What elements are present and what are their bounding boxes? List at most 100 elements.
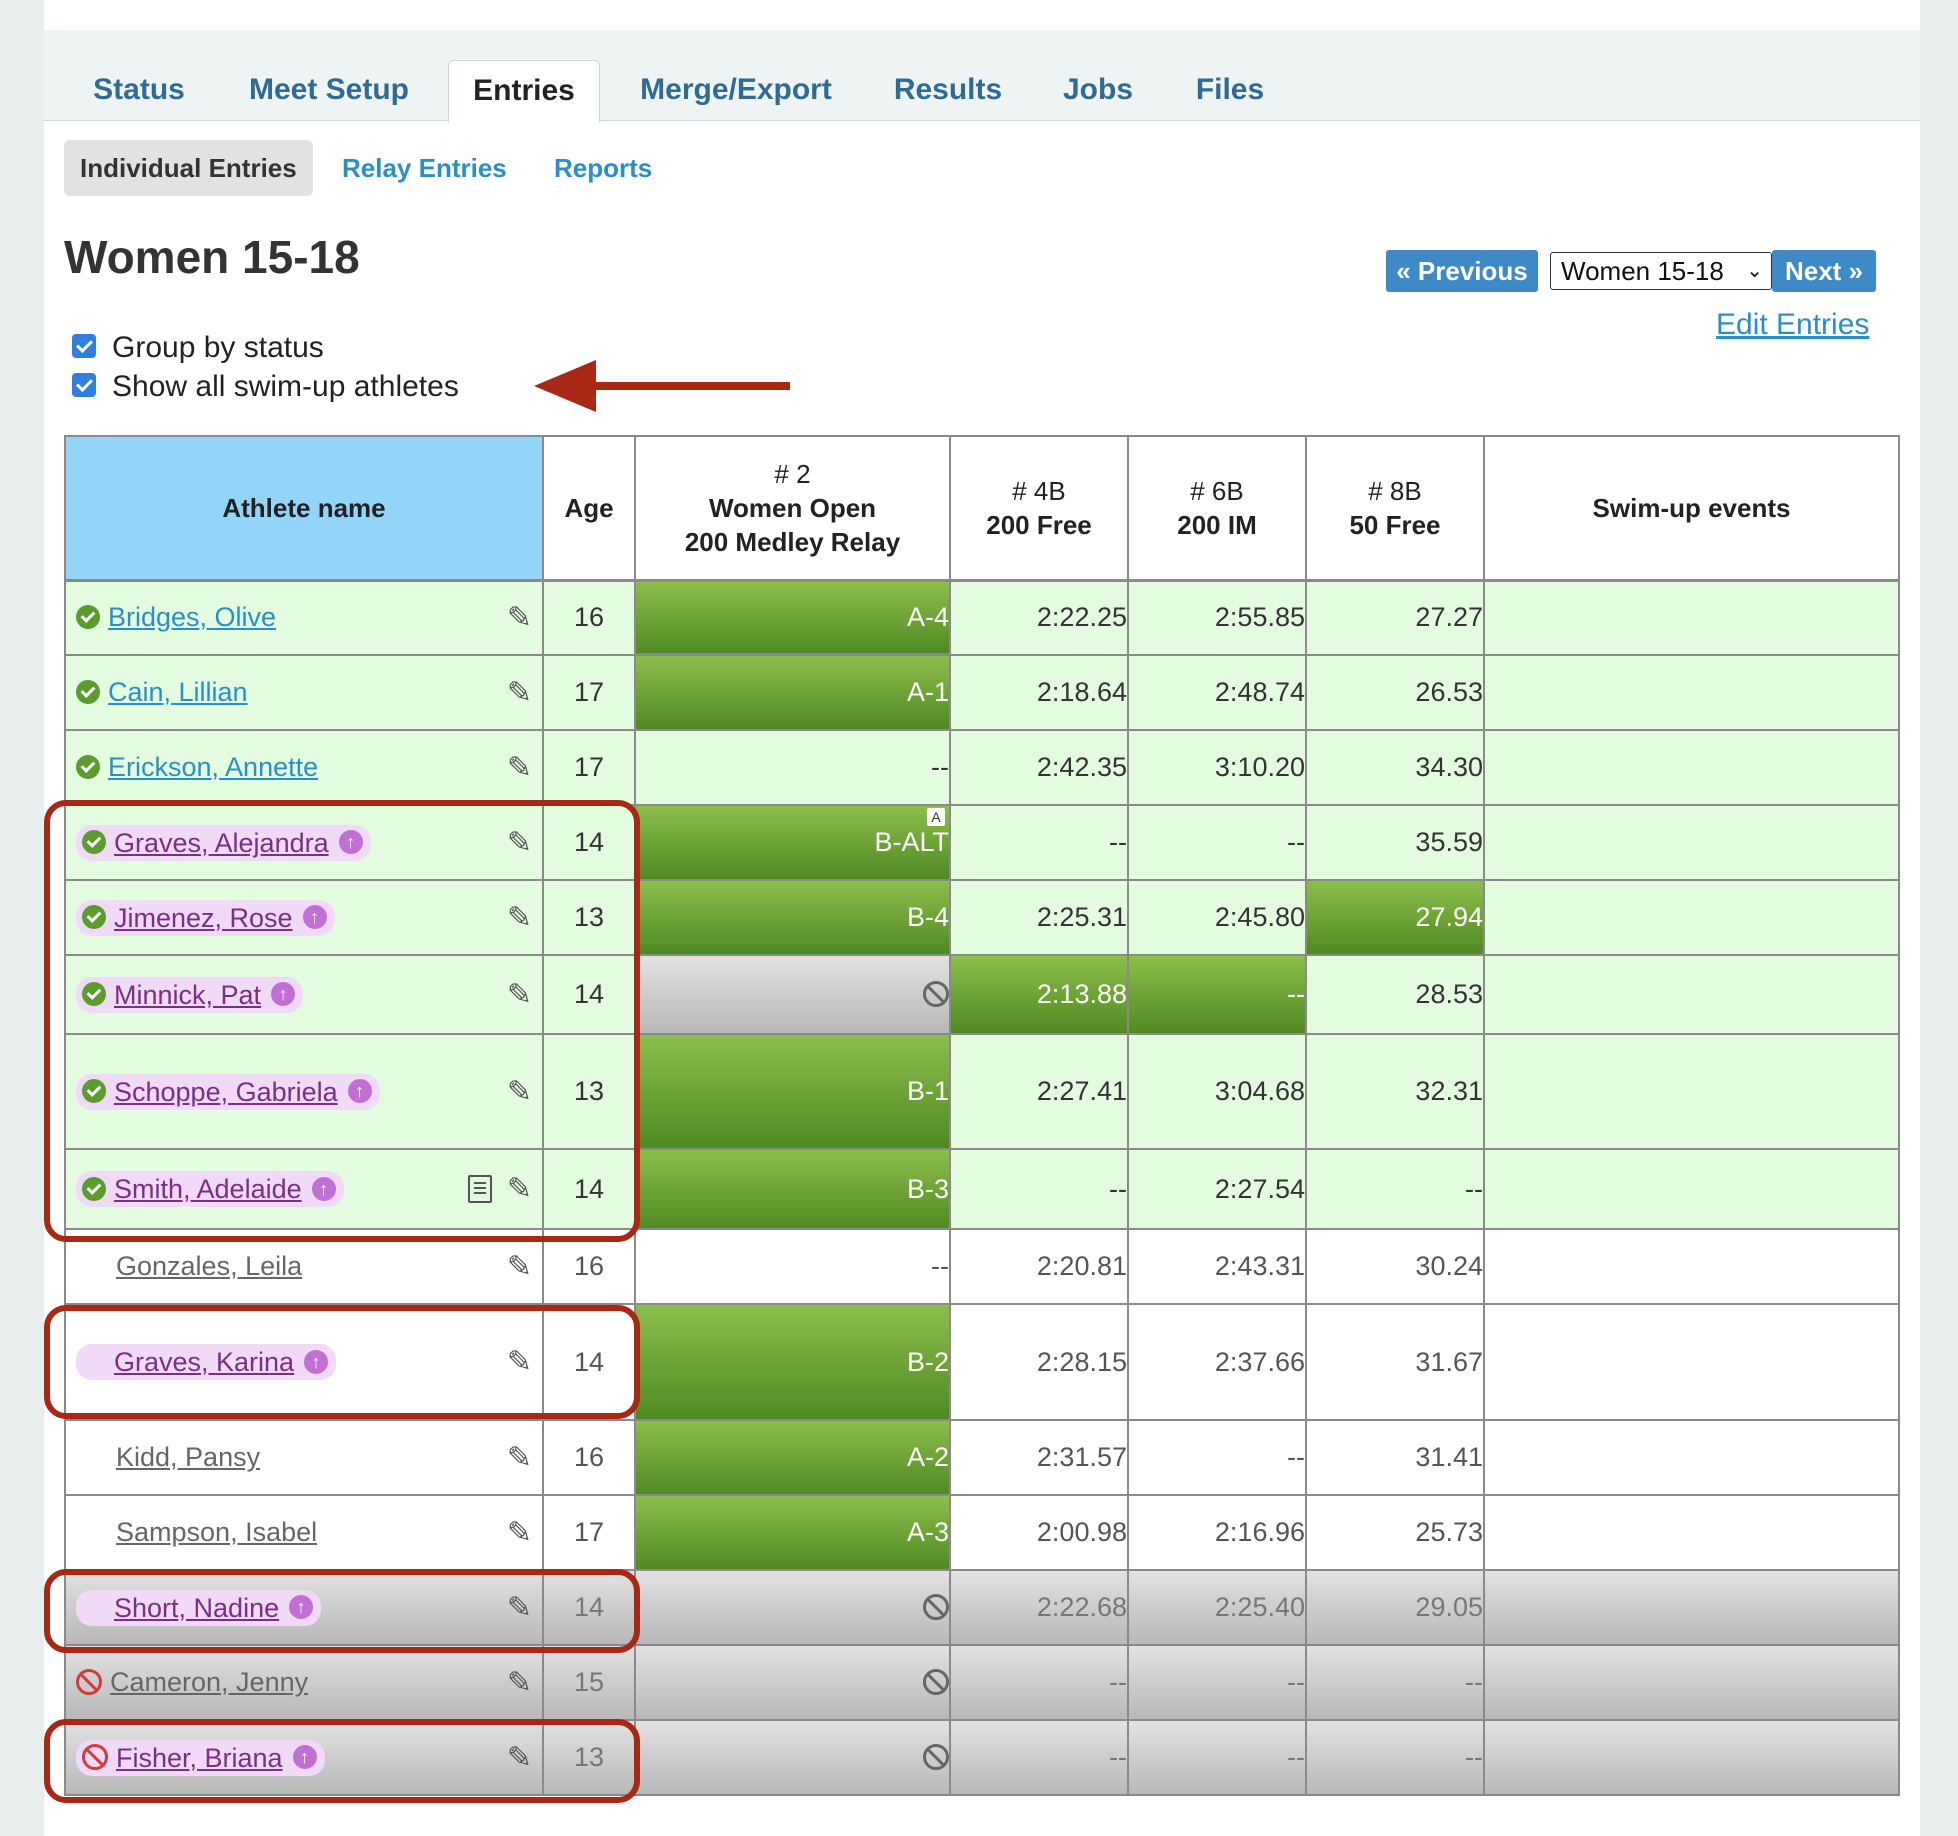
header-age[interactable]: Age <box>542 435 636 582</box>
tab-jobs[interactable]: Jobs <box>1048 60 1148 120</box>
relay-cell[interactable] <box>634 954 951 1035</box>
subtab-individual-entries[interactable]: Individual Entries <box>64 140 313 196</box>
event-6b-cell[interactable]: -- <box>1127 954 1307 1035</box>
event-8b-cell[interactable]: 26.53 <box>1305 654 1485 731</box>
event-4b-cell[interactable]: 2:13.88 <box>949 954 1129 1035</box>
athlete-link[interactable]: Bridges, Olive <box>108 602 276 632</box>
event-6b-cell[interactable]: 3:10.20 <box>1127 729 1307 806</box>
relay-cell[interactable]: -- <box>634 1228 951 1305</box>
event-4b-cell[interactable]: 2:00.98 <box>949 1494 1129 1571</box>
relay-cell[interactable]: A-4 <box>634 579 951 656</box>
header-athlete-name[interactable]: Athlete name <box>64 435 544 582</box>
athlete-link[interactable]: Erickson, Annette <box>108 752 318 782</box>
event-8b-cell[interactable]: 25.73 <box>1305 1494 1485 1571</box>
relay-cell[interactable]: B-3 <box>634 1148 951 1230</box>
event-4b-cell[interactable]: -- <box>949 1148 1129 1230</box>
not-eligible-icon <box>923 1593 949 1620</box>
relay-cell[interactable]: A-3 <box>634 1494 951 1571</box>
athlete-link[interactable]: Gonzales, Leila <box>116 1251 302 1281</box>
tab-merge-export[interactable]: Merge/Export <box>626 60 846 120</box>
athlete-link[interactable]: Cain, Lillian <box>108 677 248 707</box>
next-button[interactable]: Next » <box>1772 250 1876 292</box>
relay-cell[interactable] <box>634 1644 951 1721</box>
group-by-status-checkbox[interactable] <box>72 334 96 359</box>
event-4b-cell[interactable]: 2:42.35 <box>949 729 1129 806</box>
athlete-link[interactable]: Cameron, Jenny <box>110 1667 308 1697</box>
relay-cell[interactable]: B-4 <box>634 879 951 956</box>
event-6b-cell[interactable]: -- <box>1127 804 1307 881</box>
event-8b-cell[interactable]: -- <box>1305 1148 1485 1230</box>
event-4b-cell[interactable]: 2:18.64 <box>949 654 1129 731</box>
event-8b-cell[interactable]: 27.94 <box>1305 879 1485 956</box>
event-4b-cell[interactable]: 2:31.57 <box>949 1419 1129 1496</box>
relay-cell[interactable] <box>634 1719 951 1796</box>
event-8b-cell[interactable]: -- <box>1305 1719 1485 1796</box>
show-swimup-option[interactable]: Show all swim-up athletes <box>72 368 459 406</box>
pencil-icon[interactable]: ✎ <box>507 675 532 710</box>
event-4b-cell[interactable]: -- <box>949 1644 1129 1721</box>
event-6b-cell[interactable]: -- <box>1127 1644 1307 1721</box>
event-6b-cell[interactable]: 2:43.31 <box>1127 1228 1307 1305</box>
event-8b-cell[interactable]: 29.05 <box>1305 1569 1485 1646</box>
event-8b-cell[interactable]: 34.30 <box>1305 729 1485 806</box>
athlete-link[interactable]: Kidd, Pansy <box>116 1442 260 1472</box>
event-4b-cell[interactable]: 2:22.68 <box>949 1569 1129 1646</box>
event-8b-cell[interactable]: 28.53 <box>1305 954 1485 1035</box>
subtab-reports[interactable]: Reports <box>538 140 668 196</box>
pencil-icon[interactable]: ✎ <box>507 1249 532 1284</box>
header-swimup-events: Swim-up events <box>1483 435 1900 582</box>
event-6b-cell[interactable]: 3:04.68 <box>1127 1033 1307 1150</box>
event-6b-cell[interactable]: -- <box>1127 1419 1307 1496</box>
event-4b-cell[interactable]: 2:22.25 <box>949 579 1129 656</box>
event-4b-cell[interactable]: -- <box>949 804 1129 881</box>
age-cell: 16 <box>542 1419 636 1496</box>
swimup-cell <box>1483 954 1900 1035</box>
relay-cell[interactable]: -- <box>634 729 951 806</box>
group-by-status-option[interactable]: Group by status <box>72 329 324 367</box>
tab-results[interactable]: Results <box>878 60 1018 120</box>
event-6b-cell[interactable]: 2:27.54 <box>1127 1148 1307 1230</box>
event-6b-cell[interactable]: -- <box>1127 1719 1307 1796</box>
event-4b-cell[interactable]: 2:25.31 <box>949 879 1129 956</box>
pencil-icon[interactable]: ✎ <box>507 1440 532 1475</box>
event-8b-cell[interactable]: 32.31 <box>1305 1033 1485 1150</box>
group-select[interactable]: Women 15-18 ⌄ <box>1550 252 1772 290</box>
subtab-relay-entries[interactable]: Relay Entries <box>326 140 523 196</box>
edit-entries-link[interactable]: Edit Entries <box>1716 308 1869 342</box>
athlete-link[interactable]: Sampson, Isabel <box>116 1517 317 1547</box>
event-6b-cell[interactable]: 2:45.80 <box>1127 879 1307 956</box>
event-6b-cell[interactable]: 2:48.74 <box>1127 654 1307 731</box>
event-4b-cell[interactable]: 2:28.15 <box>949 1303 1129 1421</box>
pencil-icon[interactable]: ✎ <box>507 1665 532 1700</box>
previous-button[interactable]: « Previous <box>1386 250 1538 292</box>
event-8b-cell[interactable]: 31.67 <box>1305 1303 1485 1421</box>
relay-cell[interactable]: B-ALT A <box>634 804 951 881</box>
event-6b-cell[interactable]: 2:25.40 <box>1127 1569 1307 1646</box>
event-6b-cell[interactable]: 2:16.96 <box>1127 1494 1307 1571</box>
tab-status[interactable]: Status <box>74 60 204 120</box>
event-8b-cell[interactable]: -- <box>1305 1644 1485 1721</box>
pencil-icon[interactable]: ✎ <box>507 1515 532 1550</box>
annotation-box <box>44 1569 640 1653</box>
relay-cell[interactable]: B-1 <box>634 1033 951 1150</box>
event-4b-cell[interactable]: -- <box>949 1719 1129 1796</box>
tab-entries[interactable]: Entries <box>448 60 600 123</box>
event-6b-cell[interactable]: 2:55.85 <box>1127 579 1307 656</box>
relay-cell[interactable]: B-2 <box>634 1303 951 1421</box>
tab-files[interactable]: Files <box>1180 60 1280 120</box>
event-8b-cell[interactable]: 27.27 <box>1305 579 1485 656</box>
event-8b-cell[interactable]: 31.41 <box>1305 1419 1485 1496</box>
event-4b-cell[interactable]: 2:20.81 <box>949 1228 1129 1305</box>
relay-cell[interactable] <box>634 1569 951 1646</box>
relay-cell[interactable]: A-1 <box>634 654 951 731</box>
event-4b-cell[interactable]: 2:27.41 <box>949 1033 1129 1150</box>
main-panel: Status Meet Setup Entries Merge/Export R… <box>44 0 1920 1836</box>
show-swimup-checkbox[interactable] <box>72 373 96 398</box>
event-8b-cell[interactable]: 35.59 <box>1305 804 1485 881</box>
event-8b-cell[interactable]: 30.24 <box>1305 1228 1485 1305</box>
event-6b-cell[interactable]: 2:37.66 <box>1127 1303 1307 1421</box>
pencil-icon[interactable]: ✎ <box>507 600 532 635</box>
tab-meet-setup[interactable]: Meet Setup <box>234 60 424 120</box>
pencil-icon[interactable]: ✎ <box>507 750 532 785</box>
relay-cell[interactable]: A-2 <box>634 1419 951 1496</box>
